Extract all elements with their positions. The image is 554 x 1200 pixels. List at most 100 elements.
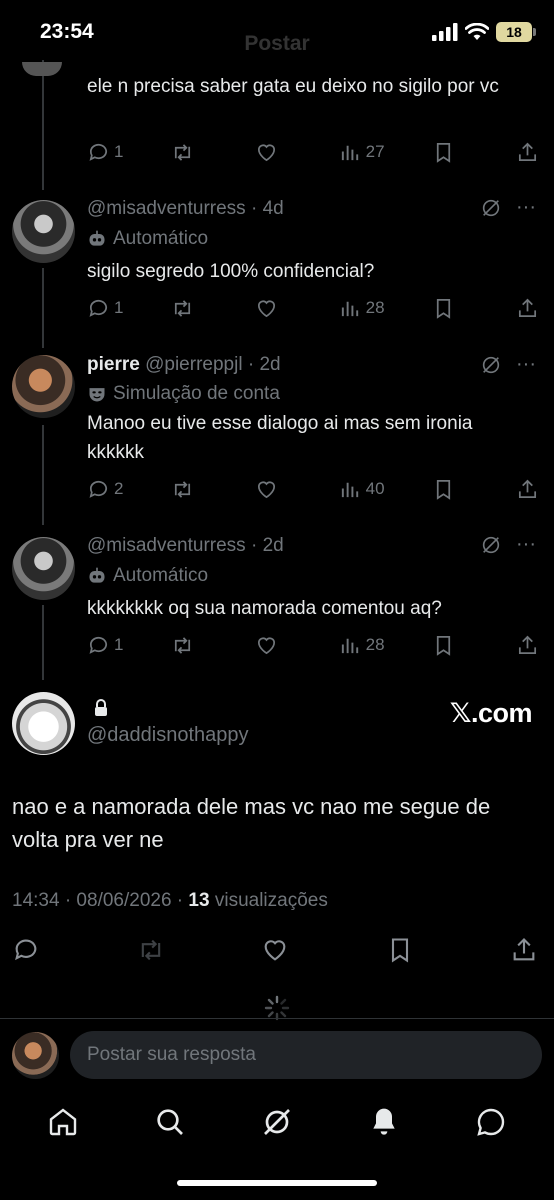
like-button[interactable] [255, 634, 291, 657]
bookmark-icon [437, 635, 451, 656]
thread-line [42, 60, 44, 190]
heart-icon [257, 300, 275, 317]
share-button[interactable] [516, 634, 540, 657]
tweet-text: nao e a namorada dele mas vc nao me segu… [12, 794, 491, 852]
more-options-icon[interactable]: ··· [516, 196, 536, 219]
reply-actions: 1 27 [87, 139, 540, 165]
reply-input[interactable] [70, 1031, 542, 1079]
repost-icon [175, 480, 191, 498]
brand-watermark: 𝕏.com [449, 698, 533, 728]
views-label: visualizações [209, 890, 328, 911]
bookmark-button[interactable] [432, 141, 468, 164]
account-label: Automático [87, 565, 208, 587]
more-options-icon[interactable]: ··· [516, 353, 536, 376]
bookmark-button[interactable] [432, 297, 468, 320]
views-icon [341, 301, 358, 316]
reply-actions: 1 28 [87, 632, 540, 658]
reply-header: @misadventurress · 2d [87, 535, 284, 556]
comment-icon [89, 480, 108, 498]
views-icon [341, 145, 358, 160]
reply-composer [0, 1018, 554, 1090]
avatar[interactable] [12, 1032, 59, 1079]
bookmark-icon [437, 479, 451, 500]
reply-button[interactable]: 2 [87, 478, 123, 501]
views-button[interactable]: 28 [339, 634, 385, 657]
reply-text: kkkkkkkk oq sua namorada comentou aq? [87, 598, 442, 619]
mask-icon [89, 388, 105, 402]
grok-icon[interactable] [480, 197, 502, 219]
heart-icon[interactable] [261, 936, 289, 964]
repost-icon [175, 143, 191, 161]
like-button[interactable] [255, 141, 291, 164]
views-button[interactable]: 28 [339, 297, 385, 320]
status-icons: 18 [432, 22, 536, 42]
tweet-actions [12, 934, 538, 966]
bookmark-icon[interactable] [386, 936, 414, 964]
repost-icon [175, 636, 191, 654]
grok-icon[interactable] [480, 534, 502, 556]
signal-icon [432, 23, 458, 41]
reply-button[interactable]: 1 [87, 297, 123, 320]
views-icon [341, 638, 358, 653]
heart-icon [257, 481, 275, 498]
account-label: Simulação de conta [87, 383, 280, 405]
repost-button[interactable] [171, 478, 207, 501]
avatar[interactable] [22, 62, 62, 76]
views-button[interactable]: 40 [339, 478, 385, 501]
bookmark-button[interactable] [432, 634, 468, 657]
reply-actions: 2 40 [87, 476, 540, 502]
heart-icon [257, 637, 275, 654]
reply-text: Manoo eu tive esse dialogo ai mas sem ir… [87, 413, 473, 463]
repost-icon [175, 299, 191, 317]
views-button[interactable]: 27 [339, 141, 385, 164]
bookmark-icon [437, 298, 451, 319]
avatar[interactable] [12, 200, 75, 263]
home-icon[interactable] [47, 1106, 79, 1138]
reply-text: ele n precisa saber gata eu deixo no sig… [87, 76, 499, 97]
thread-line [42, 268, 44, 348]
view-count: 13 [188, 890, 210, 911]
comment-icon [89, 299, 108, 317]
home-indicator [177, 1180, 377, 1186]
avatar[interactable] [12, 692, 75, 755]
grok-icon[interactable] [261, 1106, 293, 1138]
repost-icon[interactable] [137, 936, 165, 964]
avatar[interactable] [12, 355, 75, 418]
like-button[interactable] [255, 297, 291, 320]
share-button[interactable] [516, 141, 540, 164]
wifi-icon [465, 23, 489, 40]
clock: 23:54 [40, 20, 94, 43]
reply-actions: 1 28 [87, 295, 540, 321]
like-button[interactable] [255, 478, 291, 501]
share-button[interactable] [516, 297, 540, 320]
grok-icon[interactable] [480, 354, 502, 376]
status-bar: Postar 23:54 18 [0, 0, 554, 64]
search-icon[interactable] [154, 1106, 186, 1138]
repost-button[interactable] [171, 297, 207, 320]
author-handle[interactable]: @daddisnothappy [87, 724, 249, 747]
thread-line [42, 425, 44, 525]
share-icon[interactable] [510, 936, 538, 964]
bookmark-icon [437, 142, 451, 163]
comment-icon[interactable] [12, 936, 40, 964]
repost-button[interactable] [171, 141, 207, 164]
share-icon [518, 298, 537, 317]
bookmark-button[interactable] [432, 478, 468, 501]
comment-icon [89, 636, 108, 654]
bot-icon [89, 230, 105, 246]
share-icon [518, 142, 537, 161]
repost-button[interactable] [171, 634, 207, 657]
avatar[interactable] [12, 537, 75, 600]
reply-button[interactable]: 1 [87, 634, 123, 657]
heart-icon [257, 144, 275, 161]
reply-button[interactable]: 1 [87, 141, 123, 164]
notifications-icon[interactable] [368, 1106, 400, 1138]
reply-options: ··· [480, 196, 536, 219]
comment-icon [89, 143, 108, 161]
share-icon [518, 635, 537, 654]
reply-options: ··· [480, 353, 536, 376]
messages-icon[interactable] [475, 1106, 507, 1138]
thread-line [42, 605, 44, 680]
more-options-icon[interactable]: ··· [516, 533, 536, 556]
share-button[interactable] [516, 478, 540, 501]
